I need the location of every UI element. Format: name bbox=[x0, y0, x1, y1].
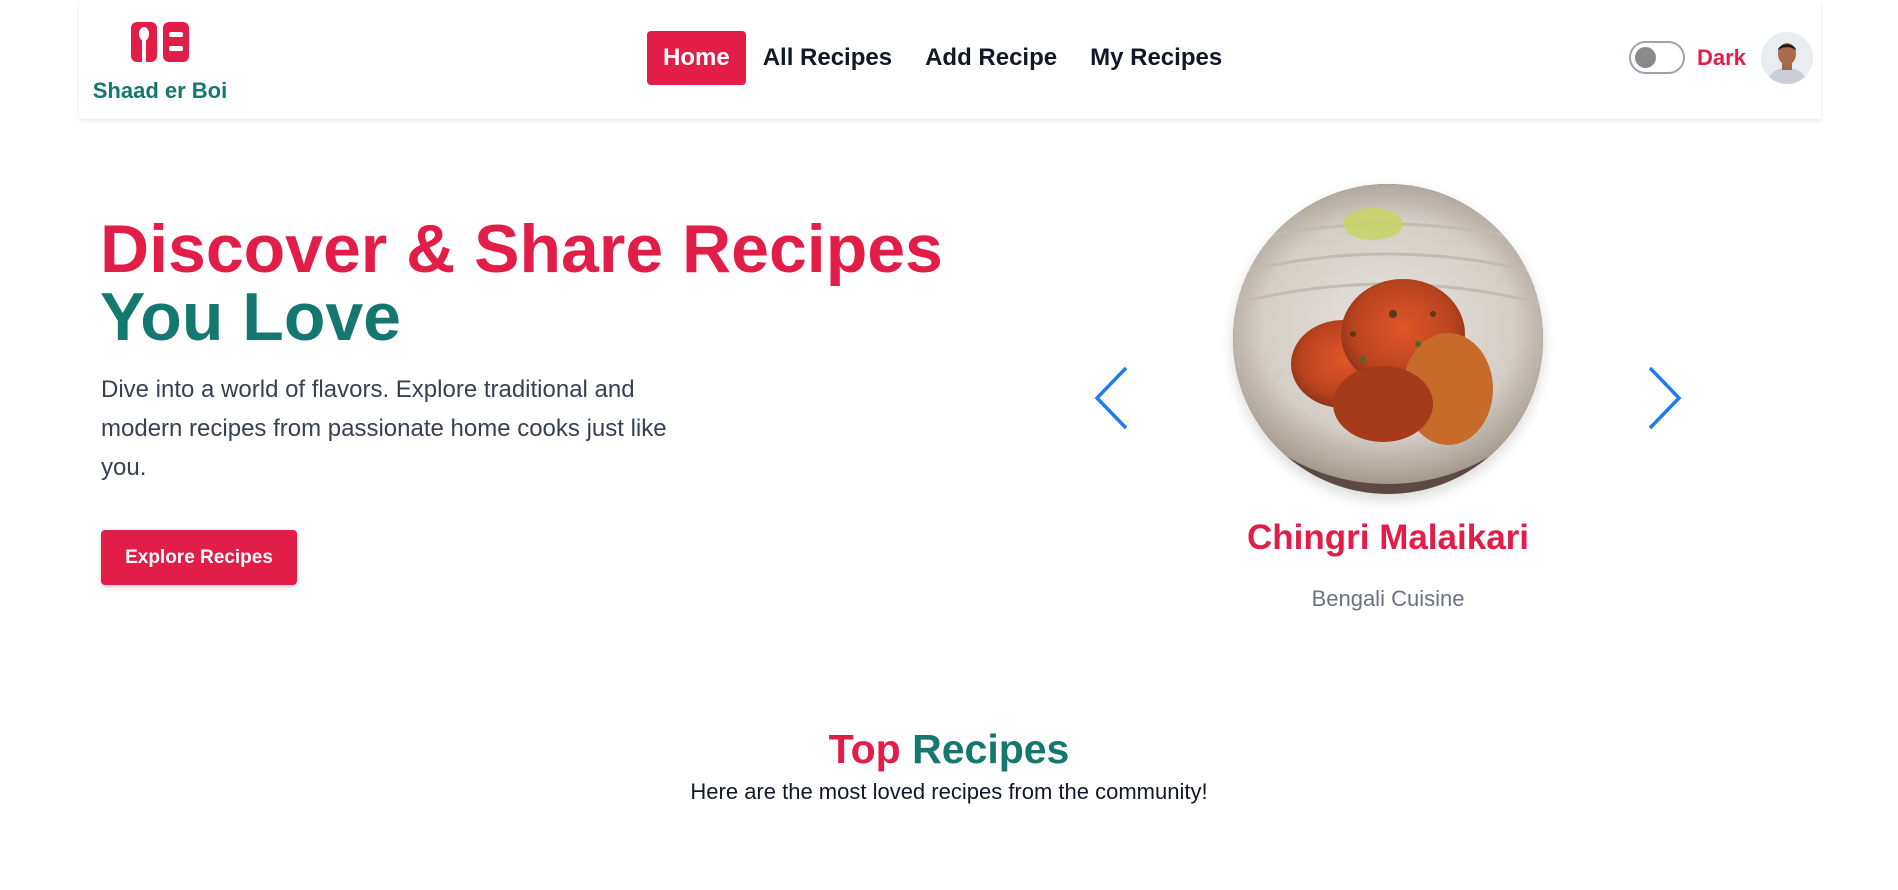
top-recipes-title: Top Recipes bbox=[0, 726, 1898, 773]
carousel-next-button[interactable] bbox=[1644, 365, 1684, 431]
top-recipes-title-part2: Recipes bbox=[912, 726, 1070, 772]
chevron-right-icon bbox=[1648, 366, 1682, 430]
navbar: Shaad er Boi Home All Recipes Add Recipe… bbox=[79, 0, 1821, 119]
top-recipes-subtitle: Here are the most loved recipes from the… bbox=[690, 779, 1208, 804]
dark-mode-switch[interactable] bbox=[1629, 41, 1685, 74]
brand-name: Shaad er Boi bbox=[92, 78, 228, 103]
nav-add-recipe[interactable]: Add Recipe bbox=[909, 31, 1073, 85]
chevron-left-icon bbox=[1094, 366, 1128, 430]
main-nav: Home All Recipes Add Recipe My Recipes bbox=[647, 31, 1239, 85]
top-recipes-title-part1: Top bbox=[828, 726, 901, 772]
carousel-prev-button[interactable] bbox=[1092, 365, 1132, 431]
brand[interactable]: Shaad er Boi bbox=[91, 18, 229, 104]
nav-all-recipes[interactable]: All Recipes bbox=[747, 31, 908, 85]
hero-description: Dive into a world of flavors. Explore tr… bbox=[101, 376, 667, 481]
nav-my-recipes[interactable]: My Recipes bbox=[1074, 31, 1238, 85]
theme-toggle[interactable]: Dark bbox=[1629, 41, 1746, 74]
recipe-book-logo-icon bbox=[131, 22, 189, 64]
toggle-knob bbox=[1635, 47, 1656, 68]
explore-recipes-button[interactable]: Explore Recipes bbox=[101, 530, 297, 585]
theme-toggle-label: Dark bbox=[1697, 44, 1746, 70]
prawn-dish-image bbox=[1233, 184, 1543, 494]
user-avatar-icon bbox=[1761, 32, 1813, 84]
carousel-recipe-cuisine: Bengali Cuisine bbox=[1311, 586, 1465, 611]
hero-title-line1: Discover & Share Recipes bbox=[100, 211, 943, 287]
carousel-recipe-name: Chingri Malaikari bbox=[1246, 518, 1530, 557]
hero-title: Discover & Share Recipes You Love bbox=[100, 215, 943, 351]
hero-title-line2: You Love bbox=[100, 279, 401, 355]
nav-home[interactable]: Home bbox=[647, 31, 746, 85]
user-avatar[interactable] bbox=[1761, 32, 1813, 84]
recipe-photo bbox=[1233, 184, 1543, 494]
